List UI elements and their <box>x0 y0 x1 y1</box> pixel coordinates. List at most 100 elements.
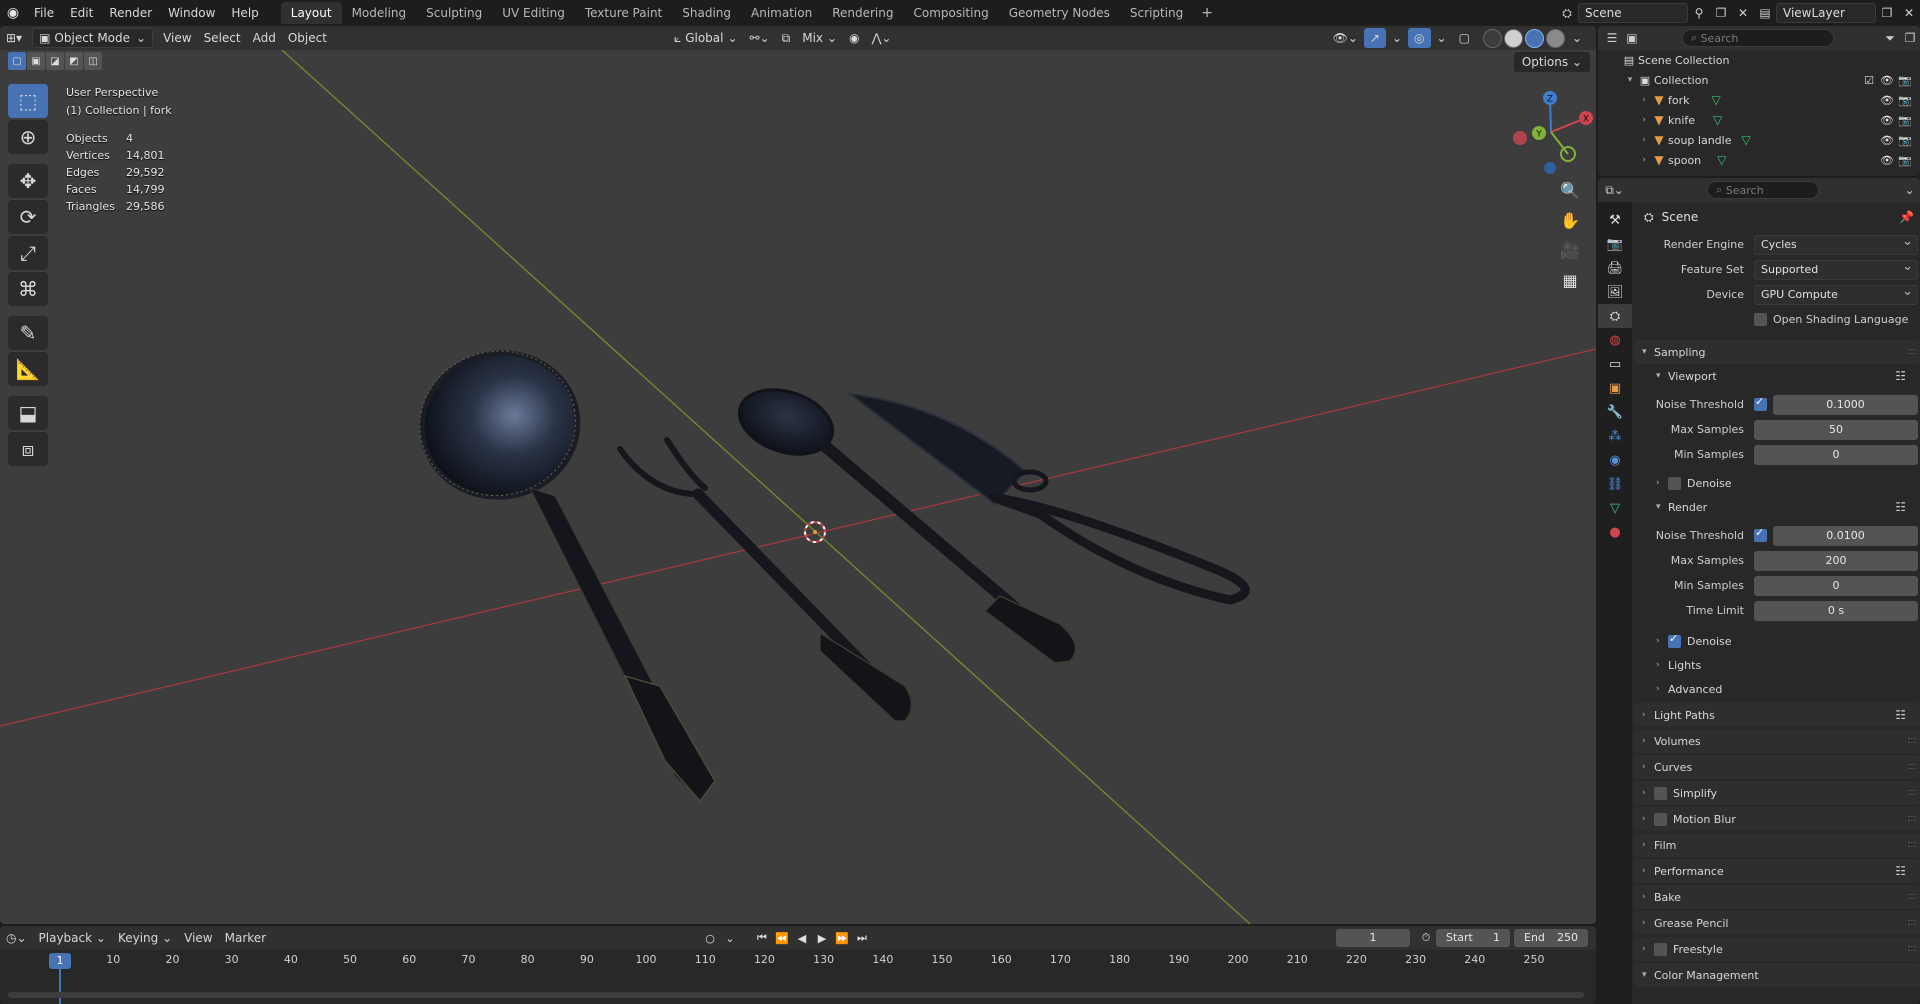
vp-max-field[interactable]: 50 <box>1754 419 1918 440</box>
constraints-tab-icon[interactable]: ⛓ <box>1598 472 1632 496</box>
tab-rendering[interactable]: Rendering <box>822 2 903 24</box>
stopwatch-icon[interactable]: ⏱ <box>1416 929 1436 947</box>
orientation-dropdown[interactable]: ⟀ Global ⌄ <box>668 28 744 48</box>
camera-icon[interactable]: 📷 <box>1898 133 1912 147</box>
gizmo-dropdown-icon[interactable]: ⌄ <box>1386 28 1408 48</box>
curves-panel-header[interactable]: › Curves <box>1634 755 1920 779</box>
scene-collection-row[interactable]: ▤ Scene Collection <box>1598 50 1920 70</box>
presets-list-icon[interactable]: ☷ <box>1895 864 1906 878</box>
menu-playback[interactable]: Playback ⌄ <box>33 928 112 948</box>
gizmo-toggle-icon[interactable]: ↗ <box>1363 28 1386 48</box>
modifier-tab-icon[interactable]: 🔧 <box>1598 400 1632 424</box>
collection-row[interactable]: ▾ ▣ Collection ☑ 👁 📷 <box>1598 70 1920 90</box>
solid-shading-icon[interactable] <box>1503 28 1523 48</box>
select-box-icon[interactable]: ▢ <box>8 52 26 70</box>
data-tab-icon[interactable]: ▽ <box>1598 496 1632 520</box>
color-management-panel-header[interactable]: ▾ Color Management <box>1634 963 1920 987</box>
menu-keying[interactable]: Keying ⌄ <box>112 928 178 948</box>
menu-render[interactable]: Render <box>101 2 160 24</box>
freestyle-checkbox[interactable] <box>1654 942 1667 956</box>
menu-help[interactable]: Help <box>223 2 266 24</box>
chevron-right-icon[interactable]: › <box>1638 115 1650 125</box>
render-engine-dropdown[interactable]: Cycles <box>1754 233 1918 255</box>
falloff-icon[interactable]: ⋀⌄ <box>866 28 898 48</box>
play-reverse-icon[interactable]: ◀ <box>792 929 812 947</box>
frame-ruler[interactable]: 1 10 20 30 40 50 60 70 80 90 100 110 120 130 140 150 160… <box>0 950 1596 1004</box>
menu-view[interactable]: View <box>157 28 197 48</box>
view-layer-field[interactable]: ViewLayer <box>1776 3 1876 23</box>
select-intersect-icon[interactable]: ◫ <box>84 52 102 70</box>
tab-shading[interactable]: Shading <box>672 2 741 24</box>
drag-grip-icon[interactable] <box>1908 764 1916 769</box>
physics-tab-icon[interactable]: ◉ <box>1598 448 1632 472</box>
drag-grip-icon[interactable] <box>1908 738 1916 743</box>
rendered-shading-icon[interactable] <box>1545 28 1565 48</box>
outliner-item-fork[interactable]: › ▼ fork ▽ 👁 📷 <box>1598 90 1920 110</box>
camera-icon[interactable]: 📷 <box>1898 93 1912 107</box>
new-collection-icon[interactable]: ❐ <box>1900 28 1920 48</box>
outliner-item-spoon[interactable]: › ▼ spoon ▽ 👁 📷 <box>1598 150 1920 170</box>
gizmo-neg-x-handle[interactable] <box>1513 131 1527 145</box>
cursor-tool-icon[interactable]: ⊕ <box>8 120 48 154</box>
menu-timeline-view[interactable]: View <box>178 928 218 948</box>
eye-icon[interactable]: 👁 <box>1880 133 1894 147</box>
options-button[interactable]: Options ⌄ <box>1513 52 1590 72</box>
material-shading-icon[interactable] <box>1524 28 1544 48</box>
select-extend-icon[interactable]: ▣ <box>27 52 45 70</box>
drag-grip-icon[interactable] <box>1908 842 1916 847</box>
presets-list-icon[interactable]: ☷ <box>1895 708 1906 722</box>
mesh-data-icon[interactable]: ▽ <box>1742 133 1751 147</box>
tab-animation[interactable]: Animation <box>741 2 822 24</box>
r-min-field[interactable]: 0 <box>1754 575 1918 596</box>
drag-grip-icon[interactable] <box>1908 790 1916 795</box>
proportional-edit-icon[interactable]: ◉ <box>843 28 865 48</box>
vp-noise-field[interactable]: 0.1000 <box>1773 394 1918 415</box>
grease-pencil-panel-header[interactable]: › Grease Pencil <box>1634 911 1920 935</box>
advanced-subpanel-header[interactable]: › Advanced <box>1634 677 1920 701</box>
pivot-icon[interactable]: ⚯⌄ <box>744 28 776 48</box>
tab-compositing[interactable]: Compositing <box>903 2 998 24</box>
pin-icon[interactable]: 📌 <box>1899 210 1914 224</box>
simplify-panel-header[interactable]: › Simplify <box>1634 781 1920 805</box>
playhead[interactable]: 1 <box>49 953 71 969</box>
chevron-right-icon[interactable]: › <box>1638 135 1650 145</box>
feature-set-dropdown[interactable]: Supported <box>1754 258 1918 280</box>
editor-type-icon[interactable]: ⊞▾ <box>0 28 28 48</box>
collection-tab-icon[interactable]: ▭ <box>1598 352 1632 376</box>
view-layer-tab-icon[interactable]: 🖼 <box>1598 280 1632 304</box>
scene-field[interactable]: Scene <box>1578 3 1688 23</box>
presets-list-icon[interactable]: ☷ <box>1895 500 1906 514</box>
gizmo-neg-z-handle[interactable] <box>1544 162 1556 174</box>
properties-editor-icon[interactable]: ⧉⌄ <box>1604 180 1625 200</box>
drag-grip-icon[interactable] <box>1908 946 1916 951</box>
tab-texture-paint[interactable]: Texture Paint <box>575 2 672 24</box>
exclude-checkbox-icon[interactable]: ☑ <box>1862 73 1876 87</box>
viewport-subpanel-header[interactable]: ▾ Viewport ☷ <box>1634 364 1920 388</box>
scene-icon[interactable]: ⛭ <box>1556 3 1578 23</box>
select-tool-icon[interactable]: ⬚ <box>8 84 48 118</box>
motion-blur-panel-header[interactable]: › Motion Blur <box>1634 807 1920 831</box>
output-tab-icon[interactable]: 🖨 <box>1598 256 1632 280</box>
navigation-gizmo[interactable]: X Y Z <box>1506 86 1596 176</box>
overlay-toggle-icon[interactable]: ◎ <box>1408 28 1431 48</box>
wireframe-shading-icon[interactable] <box>1482 28 1502 48</box>
start-frame-field[interactable]: Start 1 <box>1436 929 1510 947</box>
sampling-panel-header[interactable]: ▾ Sampling <box>1634 340 1920 364</box>
menu-window[interactable]: Window <box>160 2 223 24</box>
menu-marker[interactable]: Marker <box>219 928 272 948</box>
device-dropdown[interactable]: GPU Compute <box>1754 283 1918 305</box>
presets-list-icon[interactable]: ☷ <box>1895 369 1906 383</box>
blender-logo-icon[interactable]: ◉ <box>0 0 26 26</box>
menu-file[interactable]: File <box>26 2 62 24</box>
material-tab-icon[interactable]: ● <box>1598 520 1632 544</box>
drag-grip-icon[interactable] <box>1908 349 1916 354</box>
outliner-item-soup-landle[interactable]: › ▼ soup landle ▽ 👁 📷 <box>1598 130 1920 150</box>
render-subpanel-header[interactable]: ▾ Render ☷ <box>1634 495 1920 519</box>
display-mode-icon[interactable]: ▣ <box>1622 28 1642 48</box>
mesh-data-icon[interactable]: ▽ <box>1713 113 1722 127</box>
lights-subpanel-header[interactable]: › Lights <box>1634 653 1920 677</box>
tab-uv-editing[interactable]: UV Editing <box>492 2 575 24</box>
render-tab-icon[interactable]: 📷 <box>1598 232 1632 256</box>
shading-dropdown-icon[interactable]: ⌄ <box>1566 28 1588 48</box>
r-max-field[interactable]: 200 <box>1754 550 1918 571</box>
